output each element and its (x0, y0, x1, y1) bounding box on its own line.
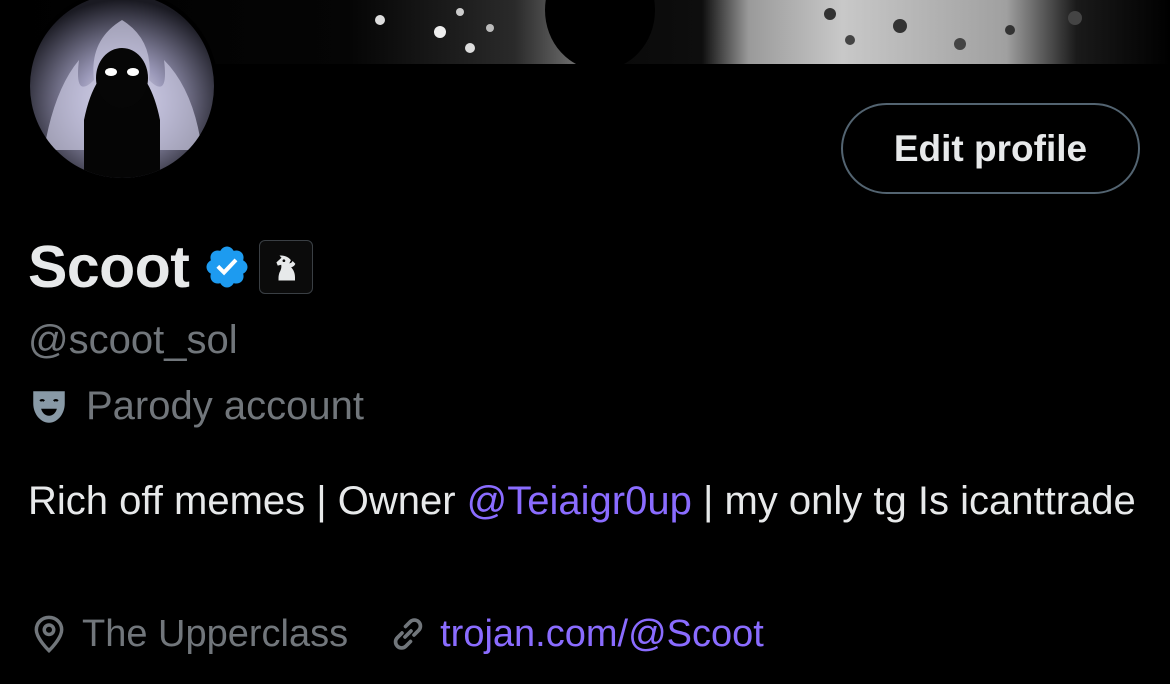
edit-profile-button[interactable]: Edit profile (841, 103, 1140, 194)
bio-text-start: Rich off memes | Owner (28, 479, 467, 523)
profile-location: The Upperclass (82, 612, 349, 655)
link-icon (393, 618, 423, 650)
verified-badge-icon[interactable] (203, 243, 251, 291)
knight-chess-icon (276, 255, 296, 281)
bio-text-end: | my only tg Is icanttrade (691, 479, 1136, 523)
profile-meta-row: The Upperclass trojan.com/@Scoot (30, 612, 764, 656)
location-pin-icon (34, 615, 64, 654)
bio-mention-link[interactable]: @Teiaigr0up (467, 479, 692, 523)
avatar[interactable] (24, 0, 220, 182)
parody-label-row: Parody account (28, 384, 364, 429)
name-row: Scoot (28, 232, 314, 302)
profile-website-link[interactable]: trojan.com/@Scoot (440, 613, 764, 656)
theater-mask-icon (33, 390, 65, 423)
affiliate-badge[interactable] (259, 240, 314, 294)
profile-bio: Rich off memes | Owner @Teiaigr0up | my … (28, 470, 1138, 532)
display-name: Scoot (28, 234, 190, 300)
parody-account-label: Parody account (86, 384, 364, 428)
profile-handle: @scoot_sol (28, 318, 238, 362)
